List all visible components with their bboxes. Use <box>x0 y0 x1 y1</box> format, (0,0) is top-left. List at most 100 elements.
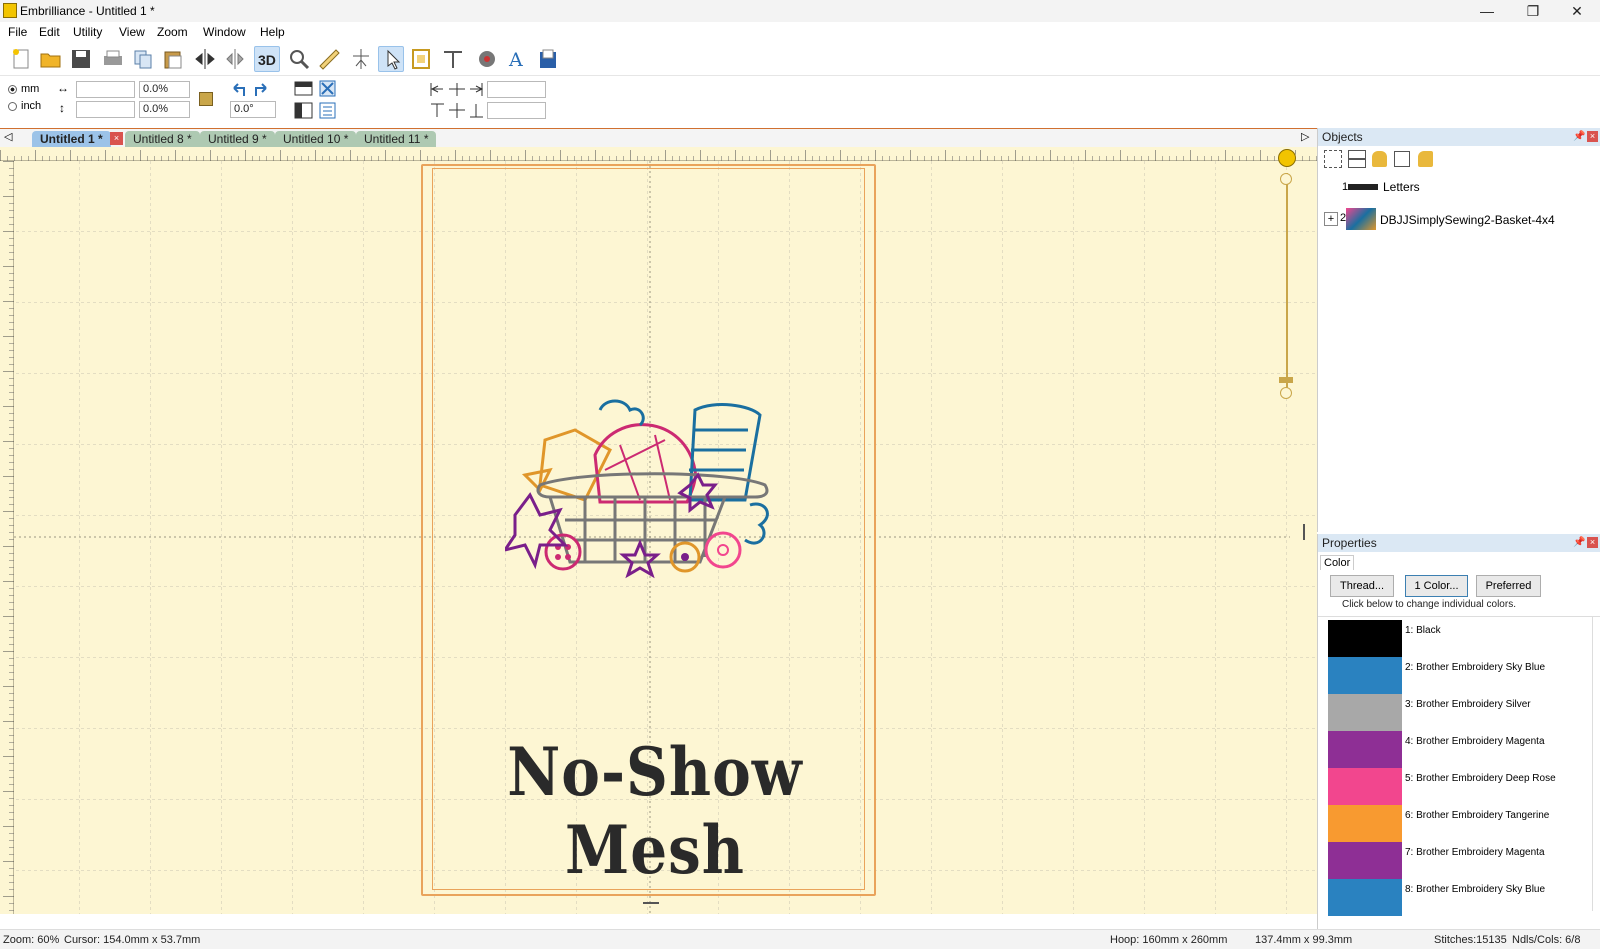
export-icon[interactable] <box>535 46 561 72</box>
thread-button[interactable]: Thread... <box>1330 575 1394 597</box>
design-text-letters[interactable]: No-Show Mesh <box>455 733 855 889</box>
tab-label: Untitled 8 * <box>133 132 192 146</box>
tab-scroll-left-icon[interactable]: ◁ <box>4 130 12 143</box>
unlock-icon[interactable] <box>1418 151 1433 167</box>
tab-untitled-9[interactable]: Untitled 9 * <box>200 131 275 148</box>
height-percent-field[interactable]: 0.0% <box>139 101 190 118</box>
radio-inch[interactable] <box>8 102 17 111</box>
restore-button[interactable]: ❐ <box>1510 0 1556 22</box>
close-button[interactable]: ✕ <box>1554 0 1600 22</box>
vertical-scrollbar[interactable] <box>1303 524 1305 540</box>
align-field-1[interactable] <box>487 81 546 98</box>
select-pointer-icon[interactable] <box>378 46 404 72</box>
pin-icon[interactable]: 📌 <box>1573 537 1585 548</box>
paste-icon[interactable] <box>160 46 186 72</box>
minimize-button[interactable]: — <box>1464 0 1510 22</box>
panel-close-icon[interactable]: × <box>1587 537 1598 548</box>
object-item-letters[interactable]: 1 Letters <box>1342 179 1592 197</box>
lock-icon[interactable] <box>1372 151 1387 167</box>
width-field[interactable] <box>76 81 135 98</box>
color-item[interactable]: 5: Brother Embroidery Deep Rose <box>1328 768 1583 805</box>
slider-bottom-handle-icon[interactable] <box>1280 387 1292 399</box>
tab-untitled-11[interactable]: Untitled 11 * <box>356 131 437 148</box>
ungroup-icon[interactable] <box>1348 150 1366 168</box>
one-color-button[interactable]: 1 Color... <box>1405 575 1468 597</box>
align-vertical-icons[interactable] <box>429 102 484 119</box>
menu-file[interactable]: File <box>8 25 27 39</box>
fit-hoop-icon[interactable] <box>318 79 337 98</box>
needle-icon[interactable] <box>440 46 466 72</box>
menu-view[interactable]: View <box>119 25 145 39</box>
mirror-horizontal-icon[interactable] <box>192 46 218 72</box>
objects-title: Objects <box>1322 130 1363 144</box>
menu-zoom[interactable]: Zoom <box>157 25 188 39</box>
rotation-field[interactable]: 0.0° <box>230 101 276 118</box>
color-item[interactable]: 3: Brother Embroidery Silver <box>1328 694 1583 731</box>
expand-tree-icon[interactable]: + <box>1324 212 1338 226</box>
text-letters-icon[interactable]: A <box>505 46 531 72</box>
ruler-measure-icon[interactable] <box>316 46 342 72</box>
open-folder-icon[interactable] <box>38 46 64 72</box>
copy-icon[interactable] <box>130 46 156 72</box>
save-icon[interactable] <box>68 46 94 72</box>
hoop-icon[interactable] <box>408 46 434 72</box>
panel-close-icon[interactable]: × <box>1587 131 1598 142</box>
rotate-left-icon[interactable] <box>229 79 248 98</box>
color-item[interactable]: 4: Brother Embroidery Magenta <box>1328 731 1583 768</box>
height-field[interactable] <box>76 101 135 118</box>
pin-icon[interactable]: 📌 <box>1573 131 1585 142</box>
color-item[interactable]: 1: Black <box>1328 620 1583 657</box>
tab-label: Untitled 10 * <box>283 132 349 146</box>
hoop-origin-icon[interactable] <box>1278 149 1296 167</box>
tab-untitled-8[interactable]: Untitled 8 * <box>125 131 200 148</box>
color-swatch <box>1328 657 1402 694</box>
objects-toolbar <box>1322 150 1522 170</box>
slider-marker-icon[interactable] <box>1279 377 1293 383</box>
width-percent-field[interactable]: 0.0% <box>139 81 190 98</box>
color-label: 8: Brother Embroidery Sky Blue <box>1405 884 1546 895</box>
tab-color[interactable]: Color <box>1320 555 1355 570</box>
color-item[interactable]: 8: Brother Embroidery Sky Blue <box>1328 879 1583 916</box>
radio-mm[interactable] <box>8 85 17 94</box>
basket-design-image[interactable] <box>505 385 785 585</box>
menu-help[interactable]: Help <box>260 25 285 39</box>
design-canvas[interactable]: No-Show Mesh <box>0 147 1317 914</box>
tab-scroll-right-icon[interactable]: ▷ <box>1301 130 1309 143</box>
menu-utility[interactable]: Utility <box>73 25 102 39</box>
align-horizontal-icons[interactable] <box>429 81 484 98</box>
align-field-2[interactable] <box>487 102 546 119</box>
tab-close-icon[interactable]: × <box>110 132 123 145</box>
letters-thumbnail-icon <box>1348 184 1378 190</box>
group-icon[interactable] <box>1324 150 1342 168</box>
rotate-right-icon[interactable] <box>252 79 271 98</box>
stitch-player-icon[interactable] <box>348 46 374 72</box>
list-order-icon[interactable] <box>318 101 337 120</box>
properties-panel: Properties 📌 × Color Thread... 1 Color..… <box>1317 534 1600 929</box>
mirror-vertical-icon[interactable] <box>222 46 248 72</box>
status-size: 137.4mm x 99.3mm <box>1255 934 1353 946</box>
color-item[interactable]: 2: Brother Embroidery Sky Blue <box>1328 657 1583 694</box>
print-icon[interactable] <box>100 46 126 72</box>
lock-ratio-icon[interactable] <box>199 92 213 106</box>
color-item[interactable]: 6: Brother Embroidery Tangerine <box>1328 805 1583 842</box>
3d-view-icon[interactable]: 3D <box>254 46 280 72</box>
object-item-basket[interactable]: + 2 DBJJSimplySewing2-Basket-4x4 <box>1324 208 1594 230</box>
tab-untitled-1[interactable]: Untitled 1 * <box>32 131 111 148</box>
canvas-splitter-handle[interactable] <box>643 902 659 904</box>
preferred-button[interactable]: Preferred <box>1476 575 1541 597</box>
slider-top-handle-icon[interactable] <box>1280 173 1292 185</box>
properties-title: Properties <box>1322 536 1377 550</box>
tab-untitled-10[interactable]: Untitled 10 * <box>275 131 357 148</box>
color-item[interactable]: 7: Brother Embroidery Magenta <box>1328 842 1583 879</box>
properties-header: Properties 📌 × <box>1318 534 1600 552</box>
hide-icon[interactable] <box>1394 151 1410 167</box>
color-label: 4: Brother Embroidery Magenta <box>1405 736 1545 747</box>
settings-gear-icon[interactable] <box>474 46 500 72</box>
menu-edit[interactable]: Edit <box>39 25 60 39</box>
menu-window[interactable]: Window <box>203 25 246 39</box>
new-file-icon[interactable] <box>8 46 34 72</box>
color-list-scrollbar[interactable] <box>1592 616 1598 911</box>
zoom-magnifier-icon[interactable] <box>286 46 312 72</box>
fill-left-icon[interactable] <box>294 101 313 120</box>
fit-width-icon[interactable] <box>294 79 313 98</box>
